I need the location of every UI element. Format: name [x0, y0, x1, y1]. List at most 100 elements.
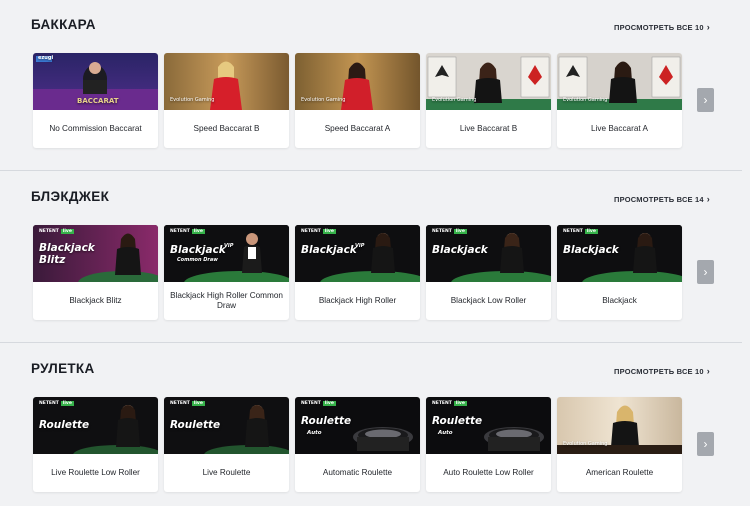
game-card[interactable]: ezugi BACCARAT No Commission Baccarat	[33, 53, 158, 148]
chevron-right-icon: ›	[706, 22, 710, 32]
chevron-right-icon: ›	[703, 93, 708, 107]
live-badge: live	[322, 229, 336, 234]
game-card[interactable]: NETENT live Roulette Auto Auto Roulette L…	[426, 397, 551, 492]
game-card[interactable]: NETENT live Blackjack Blackjack Low Rolle…	[426, 225, 551, 320]
live-badge: live	[191, 401, 205, 406]
provider-badge: NETENT live	[170, 229, 205, 234]
view-all-link[interactable]: ПРОСМОТРЕТЬ ВСЕ 10 ›	[614, 366, 710, 376]
game-thumbnail: Evolution Gaming	[557, 53, 682, 110]
game-title: Speed Baccarat B	[193, 123, 260, 133]
provider-badge: NETENT live	[39, 229, 74, 234]
thumb-title: Roulette	[170, 419, 221, 431]
thumb-title: Blackjack	[301, 244, 357, 256]
section-title: БЛЭКДЖЕК	[31, 189, 110, 204]
section-blackjack: БЛЭКДЖЕК ПРОСМОТРЕТЬ ВСЕ 14 › NETENT live…	[0, 170, 750, 342]
carousel-next-button[interactable]: ›	[697, 260, 714, 284]
section-roulette: РУЛЕТКА ПРОСМОТРЕТЬ ВСЕ 10 › NETENT live …	[0, 342, 750, 506]
thumb-title: Roulette	[301, 415, 352, 427]
game-title: Blackjack High Roller	[318, 295, 397, 305]
game-card[interactable]: Evolution Gaming Live Baccarat B	[426, 53, 551, 148]
game-card[interactable]: NETENT live Blackjack Blackjack	[557, 225, 682, 320]
game-title: Blackjack Blitz	[69, 295, 122, 305]
provider-name: NETENT	[39, 229, 59, 234]
thumb-brand: Evolution Gaming	[563, 97, 608, 103]
thumb-title: Roulette	[39, 419, 90, 431]
game-card[interactable]: Evolution Gaming Speed Baccarat B	[164, 53, 289, 148]
game-title: Live Roulette Low Roller	[51, 467, 140, 477]
view-all-link[interactable]: ПРОСМОТРЕТЬ ВСЕ 14 ›	[614, 194, 710, 204]
carousel-next-button[interactable]: ›	[697, 432, 714, 456]
game-title: Live Baccarat B	[459, 123, 518, 133]
live-badge: live	[453, 401, 467, 406]
live-badge: live	[60, 229, 74, 234]
live-badge: live	[453, 229, 467, 234]
section-title: БАККАРА	[31, 17, 96, 32]
game-card[interactable]: Evolution Gaming Speed Baccarat A	[295, 53, 420, 148]
thumb-brand: Evolution Gaming	[563, 441, 608, 447]
provider-badge: NETENT live	[301, 229, 336, 234]
game-card[interactable]: NETENT live Roulette Live Roulette Low Ro…	[33, 397, 158, 492]
game-thumbnail: NETENT live Roulette Auto	[426, 397, 551, 454]
live-badge: live	[584, 229, 598, 234]
view-all-label: ПРОСМОТРЕТЬ ВСЕ 10	[614, 366, 704, 376]
thumb-vip: VIP	[224, 243, 234, 249]
thumb-brand: Evolution Gaming	[170, 97, 215, 103]
game-card[interactable]: NETENT live Blackjack VIP Common Draw Bla…	[164, 225, 289, 320]
game-card[interactable]: NETENT live Roulette Auto Automatic Roule…	[295, 397, 420, 492]
provider-badge: NETENT live	[301, 401, 336, 406]
game-title: Live Baccarat A	[591, 123, 648, 133]
game-thumbnail: NETENT live Roulette	[33, 397, 158, 454]
game-thumbnail: Evolution Gaming	[557, 397, 682, 454]
carousel-next-button[interactable]: ›	[697, 88, 714, 112]
thumb-title: Blackjack	[432, 244, 488, 256]
game-title: Auto Roulette Low Roller	[443, 467, 534, 477]
section-baccarat: БАККАРА ПРОСМОТРЕТЬ ВСЕ 10 › ezugi BACCA…	[0, 0, 750, 170]
game-card[interactable]: Evolution Gaming Live Baccarat A	[557, 53, 682, 148]
game-title: Blackjack	[602, 295, 637, 305]
game-card[interactable]: NETENT live Blackjack Blitz Blackjack Bli…	[33, 225, 158, 320]
game-thumbnail: ezugi BACCARAT	[33, 53, 158, 110]
game-thumbnail: NETENT live Blackjack	[426, 225, 551, 282]
live-badge: live	[60, 401, 74, 406]
provider-name: NETENT	[432, 401, 452, 406]
game-thumbnail: NETENT live Roulette Auto	[295, 397, 420, 454]
thumb-brand: Evolution Gaming	[301, 97, 346, 103]
game-title: No Commission Baccarat	[49, 123, 142, 133]
game-thumbnail: Evolution Gaming	[426, 53, 551, 110]
chevron-right-icon: ›	[706, 366, 710, 376]
thumb-subtitle: Common Draw	[177, 257, 218, 263]
view-all-link[interactable]: ПРОСМОТРЕТЬ ВСЕ 10 ›	[614, 22, 710, 32]
provider-badge: NETENT live	[39, 401, 74, 406]
game-card[interactable]: NETENT live Roulette Live Roulette	[164, 397, 289, 492]
game-thumbnail: NETENT live Blackjack VIP	[295, 225, 420, 282]
thumb-subtitle: Auto	[438, 430, 453, 436]
game-card[interactable]: NETENT live Blackjack VIP Blackjack High …	[295, 225, 420, 320]
provider-badge: NETENT live	[432, 401, 467, 406]
section-title: РУЛЕТКА	[31, 361, 95, 376]
thumb-title: Blackjack	[563, 244, 619, 256]
game-title: Blackjack High Roller Common Draw	[170, 290, 283, 310]
provider-badge: NETENT live	[432, 229, 467, 234]
provider-name: NETENT	[432, 229, 452, 234]
game-thumbnail: NETENT live Blackjack	[557, 225, 682, 282]
thumb-subtitle: Auto	[307, 430, 322, 436]
thumb-title: Roulette	[432, 415, 483, 427]
live-badge: live	[191, 229, 205, 234]
game-card[interactable]: Evolution Gaming American Roulette	[557, 397, 682, 492]
game-title: American Roulette	[585, 467, 654, 477]
game-title: Blackjack Low Roller	[450, 295, 527, 305]
live-badge: live	[322, 401, 336, 406]
game-thumbnail: Evolution Gaming	[164, 53, 289, 110]
provider-name: NETENT	[170, 401, 190, 406]
provider-name: NETENT	[39, 401, 59, 406]
thumb-title: BACCARAT	[77, 97, 119, 105]
thumb-brand: ezugi	[38, 55, 54, 61]
chevron-right-icon: ›	[703, 437, 708, 451]
provider-badge: NETENT live	[170, 401, 205, 406]
game-title: Automatic Roulette	[322, 467, 393, 477]
chevron-right-icon: ›	[703, 265, 708, 279]
game-thumbnail: Evolution Gaming	[295, 53, 420, 110]
game-title: Speed Baccarat A	[324, 123, 391, 133]
provider-name: NETENT	[563, 229, 583, 234]
view-all-label: ПРОСМОТРЕТЬ ВСЕ 10	[614, 22, 704, 32]
